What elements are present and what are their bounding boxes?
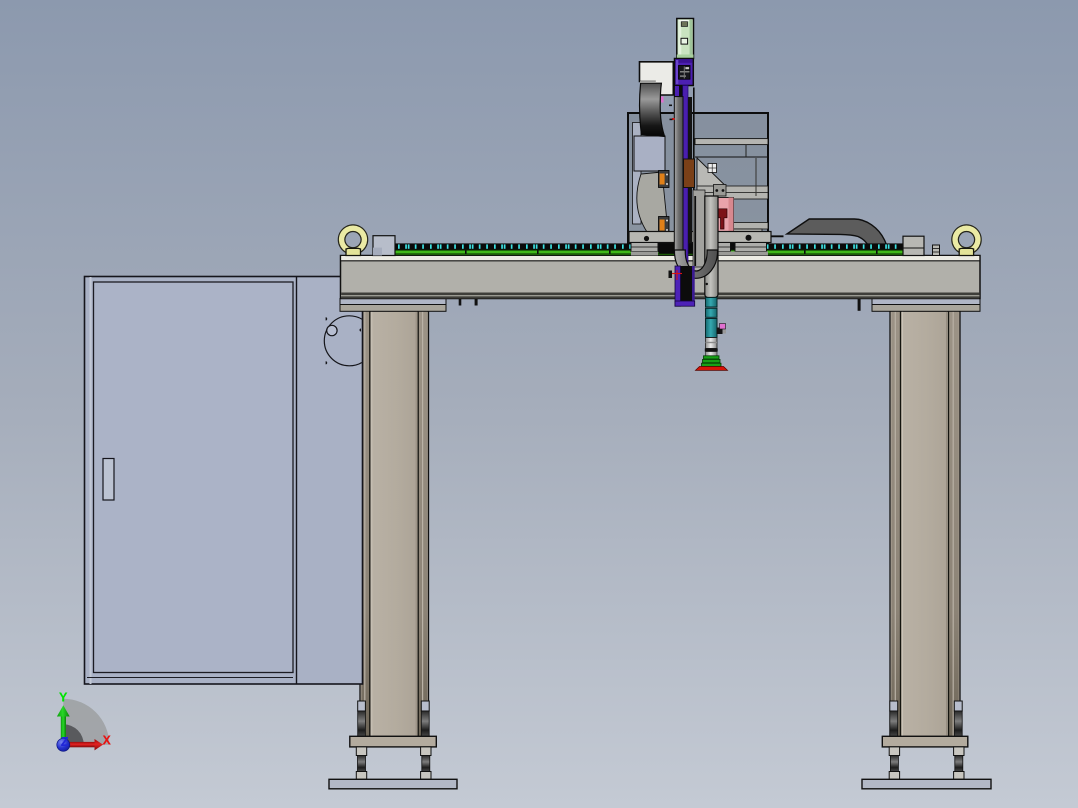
svg-text:X: X [103, 734, 112, 750]
svg-text:Y: Y [59, 691, 68, 707]
svg-text:Z: Z [61, 735, 69, 751]
